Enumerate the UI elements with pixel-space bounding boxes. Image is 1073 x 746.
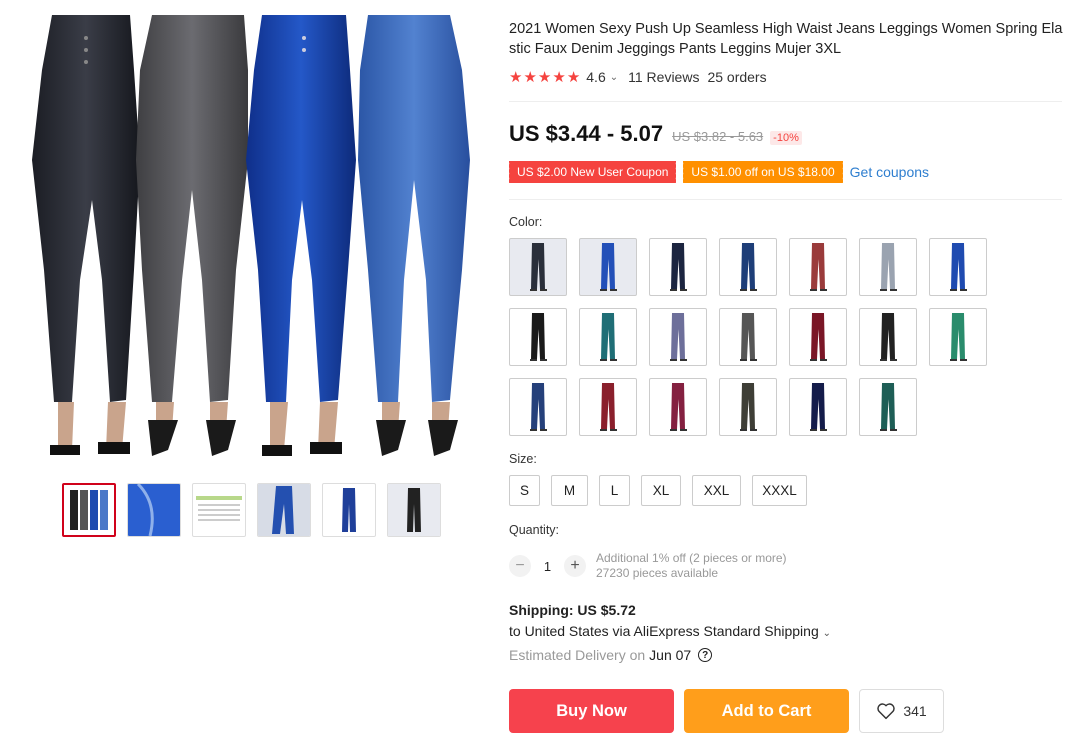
color-swatch-black[interactable] xyxy=(509,308,567,366)
thumbnail-6[interactable] xyxy=(387,483,441,537)
color-swatch-dark-navy[interactable] xyxy=(649,238,707,296)
color-swatch-navy-denim[interactable] xyxy=(719,238,777,296)
color-swatches xyxy=(509,238,987,436)
color-swatch-black-camo[interactable] xyxy=(719,378,777,436)
star-icon: ★ xyxy=(523,68,537,86)
estimated-delivery: Estimated Delivery on Jun 07 ? xyxy=(509,647,713,663)
thumbnail-1[interactable] xyxy=(62,483,116,537)
question-icon[interactable]: ? xyxy=(698,648,713,662)
original-price: US $3.82 - 5.63 xyxy=(672,129,764,144)
buy-now-button[interactable]: Buy Now xyxy=(509,689,674,733)
rating-value[interactable]: 4.6 xyxy=(586,69,605,85)
color-label: Color: xyxy=(509,215,543,229)
color-swatch-royal-blue[interactable] xyxy=(929,238,987,296)
wishlist-count: 341 xyxy=(903,703,927,719)
color-swatch-black-leather[interactable] xyxy=(859,308,917,366)
size-option-xxl[interactable]: XXL xyxy=(692,475,741,506)
price-row: US $3.44 - 5.07 US $3.82 - 5.63 -10% xyxy=(509,121,802,147)
get-coupons-link[interactable]: Get coupons xyxy=(850,164,929,180)
star-icon: ★ xyxy=(552,68,566,86)
size-option-xxxl[interactable]: XXXL xyxy=(752,475,807,506)
quantity-info: Additional 1% off (2 pieces or more) 272… xyxy=(596,551,787,581)
color-swatch-gray-stripe[interactable] xyxy=(509,238,567,296)
quantity-value[interactable]: 1 xyxy=(531,559,564,574)
rating-stars: ★ ★ ★ ★ ★ xyxy=(509,70,580,85)
color-swatch-wine-red[interactable] xyxy=(579,378,637,436)
size-option-xl[interactable]: XL xyxy=(641,475,681,506)
add-to-cart-button[interactable]: Add to Cart xyxy=(684,689,849,733)
size-label: Size: xyxy=(509,452,537,466)
new-user-coupon[interactable]: US $2.00 New User Coupon xyxy=(506,161,679,183)
color-swatch-teal-pattern[interactable] xyxy=(579,308,637,366)
quantity-label: Quantity: xyxy=(509,523,560,537)
chevron-down-icon[interactable]: ⌄ xyxy=(823,628,831,639)
heart-icon xyxy=(877,703,896,720)
thumbnail-5[interactable] xyxy=(322,483,376,537)
current-price: US $3.44 - 5.07 xyxy=(509,121,664,146)
product-main-image[interactable] xyxy=(22,10,484,468)
size-options: S M L XL XXL XXXL xyxy=(509,475,807,506)
delivery-date: Jun 07 xyxy=(649,647,692,663)
coupon-row: US $2.00 New User Coupon US $1.00 off on… xyxy=(506,161,929,183)
star-icon: ★ xyxy=(537,68,552,86)
size-option-s[interactable]: S xyxy=(509,475,540,506)
chevron-down-icon[interactable]: ⌄ xyxy=(610,72,618,83)
color-swatch-blue[interactable] xyxy=(579,238,637,296)
bulk-discount-text: Additional 1% off (2 pieces or more) xyxy=(596,551,787,565)
shipping-info: Shipping: US $5.72 to United States via … xyxy=(509,600,831,644)
size-option-m[interactable]: M xyxy=(551,475,588,506)
divider xyxy=(509,101,1062,102)
thumbnail-4[interactable] xyxy=(257,483,311,537)
color-swatch-gray-camo[interactable] xyxy=(719,308,777,366)
shipping-destination[interactable]: to United States via AliExpress Standard… xyxy=(509,623,819,639)
wishlist-button[interactable]: 341 xyxy=(859,689,944,733)
color-swatch-denim-blue[interactable] xyxy=(509,378,567,436)
size-option-l[interactable]: L xyxy=(599,475,630,506)
quantity-decrease-button[interactable]: − xyxy=(509,555,531,577)
color-swatch-purple-camo[interactable] xyxy=(649,308,707,366)
rating-row: ★ ★ ★ ★ ★ 4.6 ⌄ 11 Reviews 25 orders xyxy=(509,67,767,87)
thumbnail-strip xyxy=(62,483,441,537)
shipping-price: Shipping: US $5.72 xyxy=(509,602,636,618)
product-title: 2021 Women Sexy Push Up Seamless High Wa… xyxy=(509,21,1063,57)
thumbnail-2[interactable] xyxy=(127,483,181,537)
divider xyxy=(509,199,1062,200)
color-swatch-red-camo[interactable] xyxy=(649,378,707,436)
shipping-method[interactable]: to United States via AliExpress Standard… xyxy=(509,621,831,644)
star-icon: ★ xyxy=(509,68,523,86)
quantity-increase-button[interactable]: + xyxy=(564,555,586,577)
reviews-link[interactable]: 11 Reviews xyxy=(628,69,699,85)
orders-count: 25 orders xyxy=(707,69,767,85)
quantity-stepper: − 1 + Additional 1% off (2 pieces or mor… xyxy=(509,551,787,581)
discount-badge: -10% xyxy=(770,131,802,145)
product-page: 2021 Women Sexy Push Up Seamless High Wa… xyxy=(0,0,1073,746)
stock-text: 27230 pieces available xyxy=(596,566,719,580)
thumbnail-3[interactable] xyxy=(192,483,246,537)
color-swatch-green-pattern[interactable] xyxy=(929,308,987,366)
delivery-label: Estimated Delivery on xyxy=(509,647,646,663)
star-icon: ★ xyxy=(566,68,581,86)
color-swatch-burgundy[interactable] xyxy=(789,308,847,366)
color-swatch-light-gray[interactable] xyxy=(859,238,917,296)
store-coupon[interactable]: US $1.00 off on US $18.00 xyxy=(681,161,845,183)
color-swatch-teal-camo[interactable] xyxy=(859,378,917,436)
color-swatch-red-brown[interactable] xyxy=(789,238,847,296)
color-swatch-navy[interactable] xyxy=(789,378,847,436)
